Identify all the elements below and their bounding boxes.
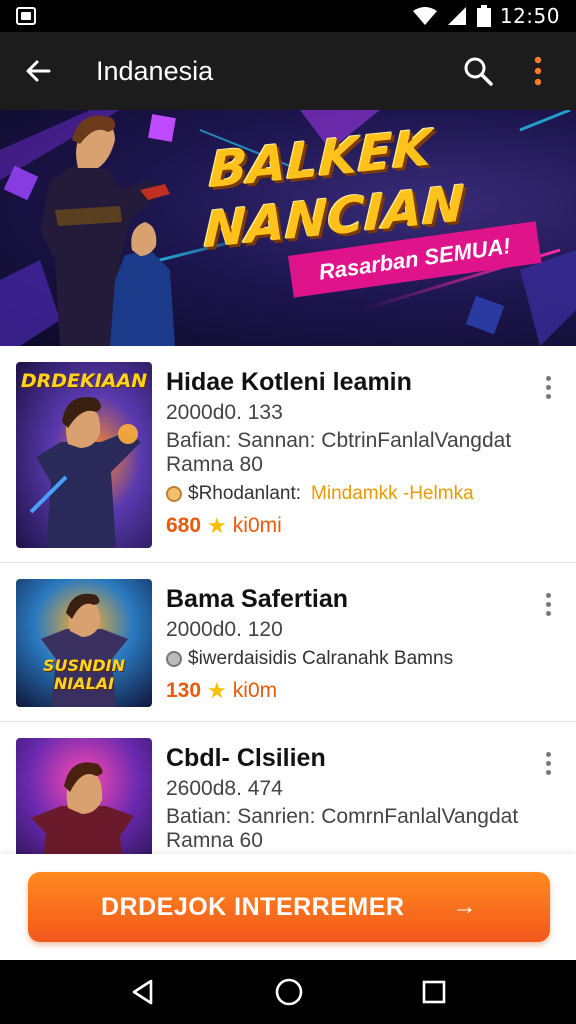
recents-square-icon[interactable]	[421, 979, 447, 1005]
game-name: Hidae Kotleni leamin	[166, 368, 412, 396]
rating-value: 680	[166, 514, 202, 537]
promo-banner[interactable]: BALKEK NANCIAN Rasarban SEMUA!	[0, 110, 576, 346]
search-icon	[464, 57, 493, 86]
game-thumbnail: DRDEKIAAN	[16, 362, 152, 548]
status-bar: 12:50	[0, 0, 576, 32]
thumbnail-caption: DRDEKIAAN	[20, 370, 148, 392]
game-description-2: Ramna 60	[166, 829, 263, 852]
cta-button[interactable]: DRDEJOK INTERREMER →	[28, 872, 550, 942]
rating-unit: ki0m	[232, 679, 278, 702]
back-button[interactable]	[14, 47, 62, 95]
game-rating: 130 ★ ki0m	[166, 678, 530, 704]
item-more-button[interactable]	[536, 748, 560, 778]
game-thumbnail: SUSNDIN NIALAI	[16, 579, 152, 707]
app-notification-icon	[16, 7, 36, 25]
cta-label: DRDEJOK INTERREMER	[101, 892, 405, 921]
page-title: Indanesia	[96, 55, 214, 86]
list-item[interactable]: Cbdl- Clsilien 2600d8. 474 Batian: Sanri…	[0, 722, 576, 854]
publisher-accent: Mindamkk -Helmka	[311, 483, 474, 504]
back-arrow-icon	[26, 60, 51, 82]
publisher-label: $Rhodanlant:	[188, 483, 302, 504]
game-description: Bafian: Sannan: CbtrinFanlalVangdat	[166, 429, 512, 452]
thumbnail-caption: SUSNDIN NIALAI	[42, 657, 126, 693]
back-triangle-icon[interactable]	[129, 978, 157, 1006]
game-meta: 2600d8. 474	[166, 777, 283, 800]
home-circle-icon[interactable]	[274, 977, 304, 1007]
publisher-icon	[166, 486, 182, 502]
search-button[interactable]	[454, 47, 502, 95]
status-time: 12:50	[499, 4, 560, 28]
rating-unit: ki0mi	[232, 514, 282, 537]
signal-icon	[447, 7, 466, 25]
publisher-label: $iwerdaisidis Calranahk Bamns	[188, 648, 454, 669]
bottom-action-area: DRDEJOK INTERREMER →	[0, 854, 576, 960]
more-vert-icon	[534, 56, 542, 86]
system-nav-bar	[0, 960, 576, 1024]
item-more-button[interactable]	[536, 589, 560, 619]
item-more-button[interactable]	[536, 372, 560, 402]
game-description: Batian: Sanrien: ComrnFanlalVangdat	[166, 805, 519, 828]
game-rating: 680 ★ ki0mi	[166, 513, 530, 539]
star-icon: ★	[207, 678, 227, 703]
game-description-2: Ramna 80	[166, 453, 263, 476]
game-meta: 2000d0. 133	[166, 401, 283, 424]
game-meta: 2000d0. 120	[166, 618, 283, 641]
list-item[interactable]: DRDEKIAAN Hidae Kotleni leamin 2000d0. 1…	[0, 346, 576, 563]
battery-icon	[476, 5, 491, 27]
game-name: Cbdl- Clsilien	[166, 744, 326, 772]
rating-value: 130	[166, 679, 202, 702]
wifi-icon	[412, 7, 437, 25]
app-bar: Indanesia	[0, 32, 576, 110]
overflow-menu-button[interactable]	[514, 47, 562, 95]
list-item[interactable]: SUSNDIN NIALAI Bama Safertian 2000d0. 12…	[0, 563, 576, 722]
star-icon: ★	[207, 513, 227, 538]
game-list: DRDEKIAAN Hidae Kotleni leamin 2000d0. 1…	[0, 346, 576, 854]
game-name: Bama Safertian	[166, 585, 349, 613]
game-thumbnail	[16, 738, 152, 854]
publisher-icon	[166, 651, 182, 667]
arrow-right-icon: →	[452, 893, 477, 920]
